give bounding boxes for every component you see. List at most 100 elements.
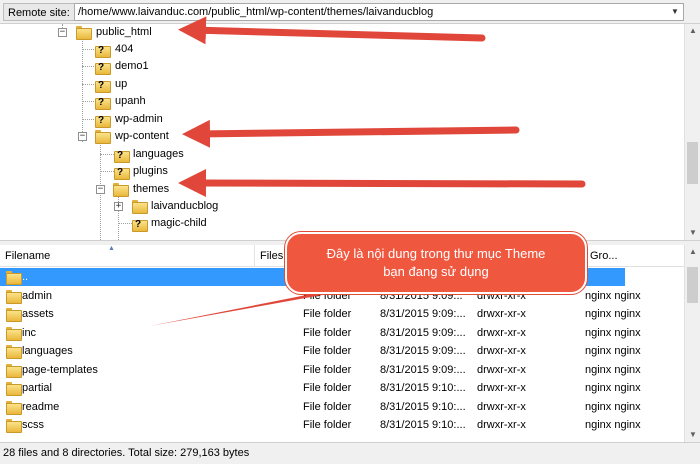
file-row[interactable]: assets File folder 8/31/2015 9:09:... dr… xyxy=(0,305,684,323)
file-permissions: drwxr-xr-x xyxy=(477,327,526,339)
file-owner: nginx nginx xyxy=(585,308,641,320)
file-modified: 8/31/2015 9:09:... xyxy=(380,308,466,320)
folder-icon xyxy=(6,401,22,415)
file-modified: 8/31/2015 9:10:... xyxy=(380,401,466,413)
file-row[interactable]: page-templates File folder 8/31/2015 9:0… xyxy=(0,361,684,379)
expand-expander-icon[interactable]: + xyxy=(114,202,123,211)
tree-item-magic-child[interactable]: ? magic-child xyxy=(0,215,680,232)
tree-item-public-html[interactable]: − public_html xyxy=(0,24,680,41)
tree-item-label: up xyxy=(115,78,128,90)
collapse-expander-icon[interactable]: − xyxy=(96,185,105,194)
file-permissions: drwxr-xr-x xyxy=(477,290,526,302)
tree-item-label: themes xyxy=(133,183,170,195)
file-row[interactable]: inc File folder 8/31/2015 9:09:... drwxr… xyxy=(0,324,684,342)
file-owner: nginx nginx xyxy=(585,382,641,394)
file-modified: 8/31/2015 9:09:... xyxy=(380,327,466,339)
scroll-up-icon[interactable]: ▲ xyxy=(685,245,700,259)
tree-scroll-thumb[interactable] xyxy=(687,142,698,184)
collapse-expander-icon[interactable]: − xyxy=(58,28,67,37)
folder-icon xyxy=(6,327,22,341)
tree-item-languages[interactable]: ? languages xyxy=(0,146,680,163)
unknown-folder-icon: ? xyxy=(114,149,130,163)
file-list-scroll-thumb[interactable] xyxy=(687,267,698,303)
file-permissions: drwxr-xr-x xyxy=(477,345,526,357)
tree-item-wp-admin[interactable]: ? wp-admin xyxy=(0,111,680,128)
folder-icon xyxy=(6,364,22,378)
file-row[interactable]: languages File folder 8/31/2015 9:09:...… xyxy=(0,342,684,360)
tree-item-404[interactable]: ? 404 xyxy=(0,41,680,58)
tree-item-themes[interactable]: − themes xyxy=(0,181,680,198)
file-type: File folder xyxy=(303,327,352,339)
file-modified: 8/31/2015 9:09:... xyxy=(380,364,466,376)
unknown-folder-icon: ? xyxy=(95,44,111,58)
folder-icon xyxy=(6,290,22,304)
folder-icon xyxy=(76,26,92,40)
file-owner: nginx nginx xyxy=(585,419,641,431)
file-row[interactable]: partial File folder 8/31/2015 9:10:... d… xyxy=(0,379,684,397)
scroll-down-icon[interactable]: ▼ xyxy=(685,428,700,442)
tree-item-label: upanh xyxy=(115,95,146,107)
unknown-folder-icon: ? xyxy=(95,61,111,75)
file-permissions: drwxr-xr-x xyxy=(477,364,526,376)
path-dropdown-icon[interactable]: ▼ xyxy=(668,4,682,20)
file-row-parent[interactable]: .. xyxy=(0,268,684,286)
file-type: File folder xyxy=(303,308,352,320)
unknown-folder-icon: ? xyxy=(114,166,130,180)
file-name: admin xyxy=(22,290,52,302)
remote-site-label: Remote site: xyxy=(3,3,75,21)
status-bar: 28 files and 8 directories. Total size: … xyxy=(0,442,700,464)
file-owner: nginx nginx xyxy=(585,401,641,413)
scroll-down-icon[interactable]: ▼ xyxy=(685,226,700,240)
unknown-folder-icon: ? xyxy=(95,114,111,128)
file-list-scrollbar[interactable]: ▲ ▼ xyxy=(684,245,700,442)
file-type: File folder xyxy=(303,345,352,357)
file-modified: 8/31/2015 9:09:... xyxy=(380,345,466,357)
collapse-expander-icon[interactable]: − xyxy=(78,132,87,141)
tree-item-label: demo1 xyxy=(115,60,149,72)
tree-item-label: languages xyxy=(133,148,184,160)
column-owner-group[interactable]: Gro... xyxy=(585,245,684,267)
folder-icon xyxy=(95,130,111,144)
remote-path-input[interactable]: /home/www.laivanduc.com/public_html/wp-c… xyxy=(74,3,684,21)
tree-item-label: public_html xyxy=(96,26,152,38)
tree-item-label: wp-content xyxy=(115,130,169,142)
file-permissions: drwxr-xr-x xyxy=(477,401,526,413)
file-row[interactable]: scss File folder 8/31/2015 9:10:... drwx… xyxy=(0,416,684,434)
unknown-folder-icon: ? xyxy=(95,96,111,110)
tree-item-plugins[interactable]: ? plugins xyxy=(0,163,680,180)
tree-item-wp-content[interactable]: − wp-content xyxy=(0,128,680,145)
tree-item-label: laivanducblog xyxy=(151,200,219,212)
tree-item-up[interactable]: ? up xyxy=(0,76,680,93)
unknown-folder-icon: ? xyxy=(132,218,148,232)
sort-ascending-icon: ▲ xyxy=(108,245,115,252)
remote-directory-tree[interactable]: − public_html ? 404 ? demo1 ? up ? upanh… xyxy=(0,24,700,240)
tree-scrollbar[interactable]: ▲ ▼ xyxy=(684,24,700,240)
file-row[interactable]: readme File folder 8/31/2015 9:10:... dr… xyxy=(0,398,684,416)
file-name: readme xyxy=(22,401,60,413)
file-row[interactable]: admin File folder 8/31/2015 9:09... drwx… xyxy=(0,287,684,305)
file-permissions: drwxr-xr-x xyxy=(477,382,526,394)
file-permissions: drwxr-xr-x xyxy=(477,308,526,320)
selection-highlight xyxy=(0,268,625,286)
tree-item-demo1[interactable]: ? demo1 xyxy=(0,58,680,75)
file-modified: 8/31/2015 9:10:... xyxy=(380,382,466,394)
file-owner: nginx nginx xyxy=(585,345,641,357)
file-name: partial xyxy=(22,382,52,394)
column-last-modified[interactable] xyxy=(376,245,472,267)
remote-file-list[interactable]: Filename ▲ Filesiz Gro... .. admin File … xyxy=(0,245,700,442)
file-name: .. xyxy=(22,271,29,283)
file-type: File folder xyxy=(303,364,352,376)
folder-icon xyxy=(113,183,129,197)
tree-item-laivanducblog[interactable]: + laivanducblog xyxy=(0,198,680,215)
folder-icon xyxy=(6,345,22,359)
column-filetype[interactable] xyxy=(300,245,376,267)
column-permissions[interactable] xyxy=(472,245,585,267)
column-filename[interactable]: Filename xyxy=(0,245,255,267)
file-type: File folder xyxy=(303,382,352,394)
scroll-up-icon[interactable]: ▲ xyxy=(685,24,700,38)
file-owner: nginx nginx xyxy=(585,364,641,376)
tree-item-label: magic-child xyxy=(151,217,207,229)
file-name: languages xyxy=(22,345,73,357)
tree-item-upanh[interactable]: ? upanh xyxy=(0,93,680,110)
column-filesize[interactable]: Filesiz xyxy=(255,245,300,267)
